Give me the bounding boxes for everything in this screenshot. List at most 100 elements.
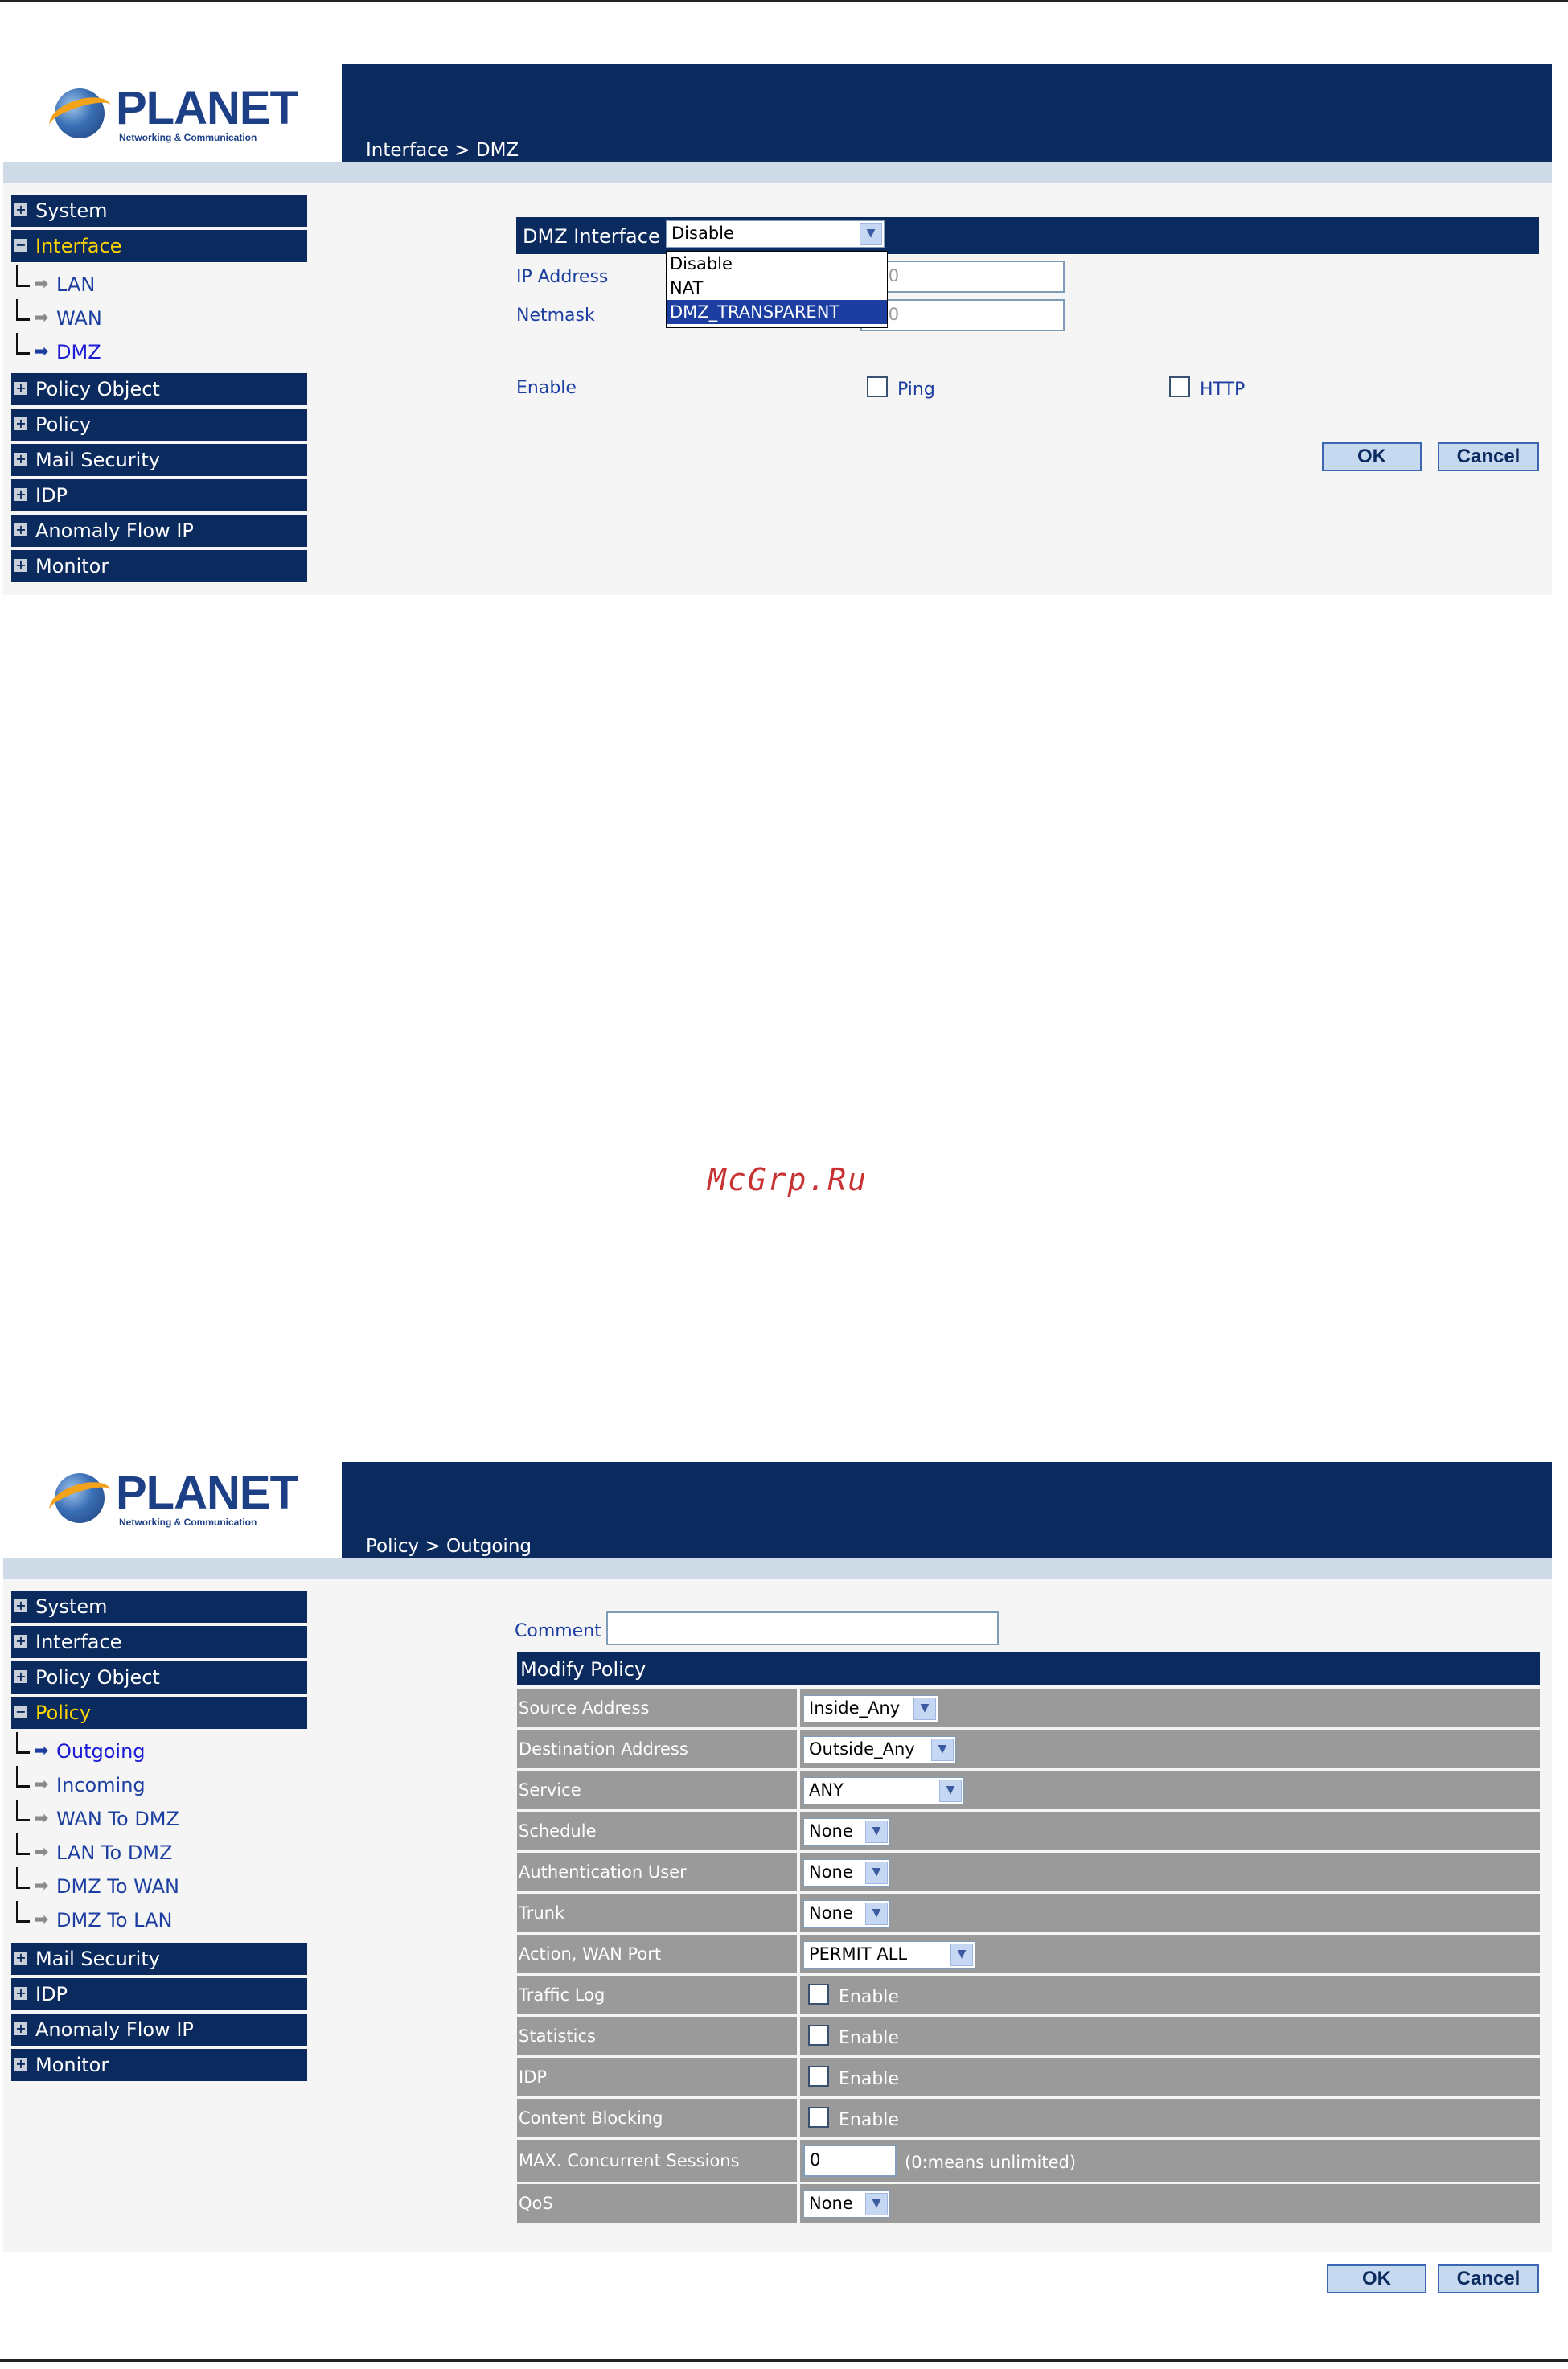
action-wan-port-select[interactable]: PERMIT ALL ▼ bbox=[803, 1941, 975, 1969]
option-nat[interactable]: NAT bbox=[667, 276, 887, 300]
enable-label: Enable bbox=[516, 378, 577, 398]
traffic-log-checkbox[interactable] bbox=[808, 1984, 829, 2005]
sidebar-item-policy-object[interactable]: + Policy Object bbox=[11, 1661, 307, 1694]
expand-icon: + bbox=[14, 416, 27, 431]
sidebar-item-mail-security[interactable]: + Mail Security bbox=[11, 1943, 307, 1975]
sidebar-item-monitor[interactable]: + Monitor bbox=[11, 550, 307, 582]
chevron-down-icon[interactable]: ▼ bbox=[931, 1739, 954, 1761]
schedule-select[interactable]: None ▼ bbox=[803, 1818, 890, 1846]
tree-connector bbox=[16, 1800, 30, 1821]
sidebar-item-label: Interface bbox=[35, 1631, 122, 1653]
expand-icon: + bbox=[14, 1598, 27, 1613]
chevron-down-icon[interactable]: ▼ bbox=[950, 1944, 973, 1966]
http-checkbox[interactable] bbox=[1169, 376, 1190, 397]
sidebar-item-anomaly-flow-ip[interactable]: + Anomaly Flow IP bbox=[11, 2014, 307, 2046]
breadcrumb: Interface > DMZ bbox=[366, 140, 519, 161]
chevron-down-icon[interactable]: ▼ bbox=[865, 1903, 888, 1925]
sidebar-item-system[interactable]: + System bbox=[11, 195, 307, 227]
service-select[interactable]: ANY ▼ bbox=[803, 1777, 964, 1804]
expand-icon: + bbox=[14, 1669, 27, 1684]
subitem-label: DMZ bbox=[56, 341, 101, 363]
row-traffic-log: Traffic Log Enable bbox=[517, 1976, 1540, 2014]
tree-connector bbox=[16, 1766, 30, 1788]
idp-checkbox[interactable] bbox=[808, 2066, 829, 2087]
ok-button[interactable]: OK bbox=[1322, 442, 1422, 471]
sidebar-item-idp[interactable]: + IDP bbox=[11, 1978, 307, 2010]
option-disable[interactable]: Disable bbox=[667, 252, 887, 276]
sidebar-item-mail-security[interactable]: + Mail Security bbox=[11, 444, 307, 476]
destination-address-select[interactable]: Outside_Any ▼ bbox=[803, 1736, 956, 1763]
screenshot-interface-dmz: PLANET Networking & Communication Interf… bbox=[0, 0, 1568, 611]
cancel-button[interactable]: Cancel bbox=[1438, 2264, 1539, 2293]
collapse-icon: − bbox=[14, 1704, 27, 1719]
chevron-down-icon[interactable]: ▼ bbox=[865, 1862, 888, 1884]
tree-connector bbox=[16, 1867, 30, 1889]
ok-button[interactable]: OK bbox=[1327, 2264, 1426, 2293]
dmz-interface-label: DMZ Interface bbox=[523, 225, 660, 248]
max-sessions-note: (0:means unlimited) bbox=[905, 2153, 1077, 2172]
row-destination-address: Destination Address Outside_Any ▼ bbox=[517, 1730, 1540, 1768]
sidebar-item-label: IDP bbox=[35, 1983, 68, 2006]
trunk-select[interactable]: None ▼ bbox=[803, 1900, 890, 1928]
logo-tagline: Networking & Communication bbox=[119, 132, 257, 143]
option-dmz-transparent[interactable]: DMZ_TRANSPARENT bbox=[667, 300, 887, 324]
expand-icon: + bbox=[14, 522, 27, 537]
enable-label: Enable bbox=[839, 2110, 899, 2130]
sidebar-item-label: Interface bbox=[35, 235, 122, 257]
source-address-select[interactable]: Inside_Any ▼ bbox=[803, 1695, 938, 1722]
netmask-input[interactable]: .0.0 bbox=[860, 299, 1065, 331]
cancel-button[interactable]: Cancel bbox=[1438, 442, 1539, 471]
tree-connector bbox=[16, 265, 30, 287]
collapse-icon: − bbox=[14, 237, 27, 253]
sidebar-item-interface[interactable]: − Interface bbox=[11, 230, 307, 262]
sidebar-item-idp[interactable]: + IDP bbox=[11, 479, 307, 511]
chevron-down-icon[interactable]: ▼ bbox=[865, 2193, 888, 2215]
chevron-down-icon[interactable]: ▼ bbox=[939, 1780, 962, 1802]
watermark-text: McGrp.Ru bbox=[708, 1162, 868, 1197]
row-label: Trunk bbox=[517, 1894, 797, 1932]
sidebar-item-policy[interactable]: − Policy bbox=[11, 1697, 307, 1729]
arrow-right-icon: ➡ bbox=[34, 1809, 49, 1829]
max-sessions-input[interactable]: 0 bbox=[803, 2145, 897, 2177]
header-banner: Policy > Outgoing bbox=[342, 1462, 1552, 1558]
sidebar-item-monitor[interactable]: + Monitor bbox=[11, 2049, 307, 2081]
expand-icon: + bbox=[14, 487, 27, 502]
content-blocking-checkbox[interactable] bbox=[808, 2107, 829, 2128]
chevron-down-icon[interactable]: ▼ bbox=[865, 1821, 888, 1843]
chevron-down-icon[interactable]: ▼ bbox=[913, 1698, 936, 1720]
arrow-right-icon: ➡ bbox=[34, 342, 49, 362]
sidebar-item-label: Policy bbox=[35, 1702, 92, 1724]
subitem-label: Outgoing bbox=[56, 1740, 146, 1763]
dmz-interface-select[interactable]: Disable ▼ bbox=[666, 220, 885, 248]
row-value-cell: 0 (0:means unlimited) bbox=[800, 2140, 1540, 2182]
sidebar-item-label: System bbox=[35, 1595, 108, 1618]
row-value-cell: None ▼ bbox=[800, 1894, 1540, 1932]
sidebar-item-label: Policy Object bbox=[35, 1666, 160, 1689]
row-label: MAX. Concurrent Sessions bbox=[517, 2140, 797, 2182]
select-value: None bbox=[809, 1821, 853, 1841]
sidebar-item-policy-object[interactable]: + Policy Object bbox=[11, 373, 307, 405]
expand-icon: + bbox=[14, 1633, 27, 1648]
logo-tagline: Networking & Communication bbox=[119, 1517, 257, 1528]
row-authentication-user: Authentication User None ▼ bbox=[517, 1853, 1540, 1891]
row-value-cell: Enable bbox=[800, 2058, 1540, 2096]
select-value: Disable bbox=[671, 224, 734, 243]
sidebar-item-policy[interactable]: + Policy bbox=[11, 409, 307, 441]
expand-icon: + bbox=[14, 380, 27, 396]
expand-icon: + bbox=[14, 2056, 27, 2071]
row-label: Traffic Log bbox=[517, 1976, 797, 2014]
ip-address-input[interactable]: .0.0 bbox=[860, 261, 1065, 293]
expand-icon: + bbox=[14, 557, 27, 573]
logo-name: PLANET bbox=[116, 1467, 298, 1519]
ping-checkbox[interactable] bbox=[867, 376, 888, 397]
chevron-down-icon[interactable]: ▼ bbox=[860, 223, 882, 245]
sidebar-item-system[interactable]: + System bbox=[11, 1591, 307, 1623]
qos-select[interactable]: None ▼ bbox=[803, 2190, 890, 2218]
sidebar-item-interface[interactable]: + Interface bbox=[11, 1626, 307, 1658]
select-value: None bbox=[809, 2194, 853, 2213]
sidebar-item-anomaly-flow-ip[interactable]: + Anomaly Flow IP bbox=[11, 515, 307, 547]
comment-input[interactable] bbox=[606, 1611, 999, 1645]
authentication-user-select[interactable]: None ▼ bbox=[803, 1859, 890, 1887]
statistics-checkbox[interactable] bbox=[808, 2025, 829, 2046]
row-qos: QoS None ▼ bbox=[517, 2184, 1540, 2223]
